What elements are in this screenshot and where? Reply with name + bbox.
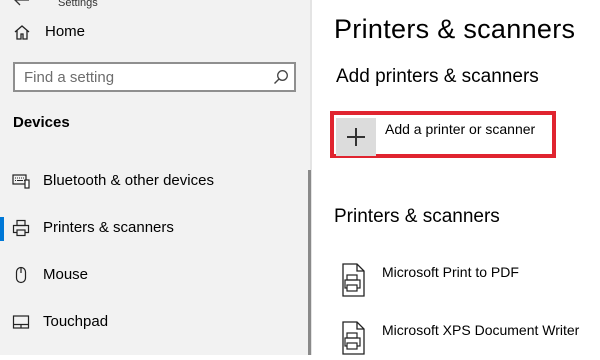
- printers-list-heading: Printers & scanners: [334, 206, 500, 227]
- page-title: Printers & scanners: [334, 14, 576, 44]
- sidebar-item-bluetooth[interactable]: Bluetooth & other devices: [0, 164, 305, 198]
- sidebar-item-label: Mouse: [43, 266, 89, 283]
- printer-document-icon: [342, 321, 365, 355]
- settings-sidebar: Settings Home Devices Bluetooth & other …: [0, 0, 312, 355]
- sidebar-item-label: Home: [45, 23, 86, 40]
- printer-list-item[interactable]: Microsoft Print to PDF: [336, 262, 600, 302]
- add-printers-heading: Add printers & scanners: [336, 66, 539, 87]
- home-icon: [14, 25, 30, 40]
- search-box[interactable]: [13, 62, 296, 92]
- printer-name: Microsoft XPS Document Writer: [382, 322, 580, 338]
- sidebar-item-label: Bluetooth & other devices: [43, 172, 214, 189]
- sidebar-item-touchpad[interactable]: Touchpad: [0, 305, 305, 339]
- sidebar-item-label: Touchpad: [43, 313, 109, 330]
- section-heading-devices: Devices: [13, 114, 70, 131]
- selection-indicator: [0, 217, 4, 241]
- window-title: Settings: [58, 0, 98, 9]
- bluetooth-devices-icon: [12, 174, 30, 189]
- search-input[interactable]: [15, 64, 274, 90]
- sidebar-item-mouse[interactable]: Mouse: [0, 258, 305, 292]
- printer-icon: [12, 219, 30, 237]
- sidebar-item-home[interactable]: Home: [0, 18, 300, 48]
- touchpad-icon: [12, 315, 30, 329]
- add-printer-button[interactable]: [336, 118, 376, 156]
- back-arrow-icon[interactable]: [12, 0, 30, 8]
- add-printer-label[interactable]: Add a printer or scanner: [385, 121, 535, 137]
- sidebar-scrollbar-thumb[interactable]: [308, 170, 311, 355]
- sidebar-item-printers-scanners[interactable]: Printers & scanners: [0, 211, 305, 245]
- search-icon[interactable]: [273, 69, 289, 85]
- main-content: Printers & scanners Add printers & scann…: [312, 0, 600, 355]
- printer-name: Microsoft Print to PDF: [382, 264, 519, 280]
- sidebar-item-label: Printers & scanners: [43, 219, 174, 236]
- printer-list-item[interactable]: Microsoft XPS Document Writer: [336, 320, 600, 360]
- plus-icon-vertical: [355, 128, 357, 146]
- printer-document-icon: [342, 263, 365, 297]
- mouse-icon: [15, 266, 27, 284]
